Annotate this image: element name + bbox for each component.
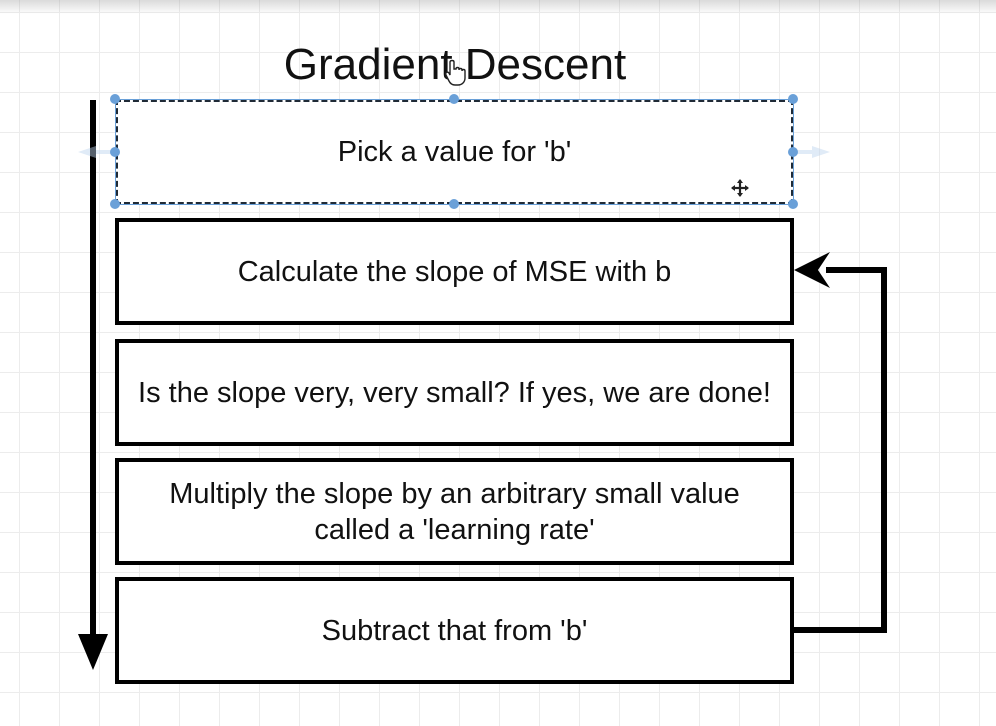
diagram-canvas[interactable]: Gradient Descent Pick a value for 'b' Ca…: [0, 0, 996, 726]
flow-arrow-head: [78, 634, 108, 670]
step-pick-value[interactable]: Pick a value for 'b': [115, 99, 794, 205]
diagram-title[interactable]: Gradient Descent: [200, 36, 710, 94]
loop-back-connector[interactable]: [794, 267, 887, 633]
step-subtract[interactable]: Subtract that from 'b': [115, 577, 794, 684]
step-check-slope[interactable]: Is the slope very, very small? If yes, w…: [115, 339, 794, 446]
step-multiply-learning-rate[interactable]: Multiply the slope by an arbitrary small…: [115, 458, 794, 565]
step-calculate-slope[interactable]: Calculate the slope of MSE with b: [115, 218, 794, 325]
loop-back-arrow-head: [794, 252, 830, 288]
